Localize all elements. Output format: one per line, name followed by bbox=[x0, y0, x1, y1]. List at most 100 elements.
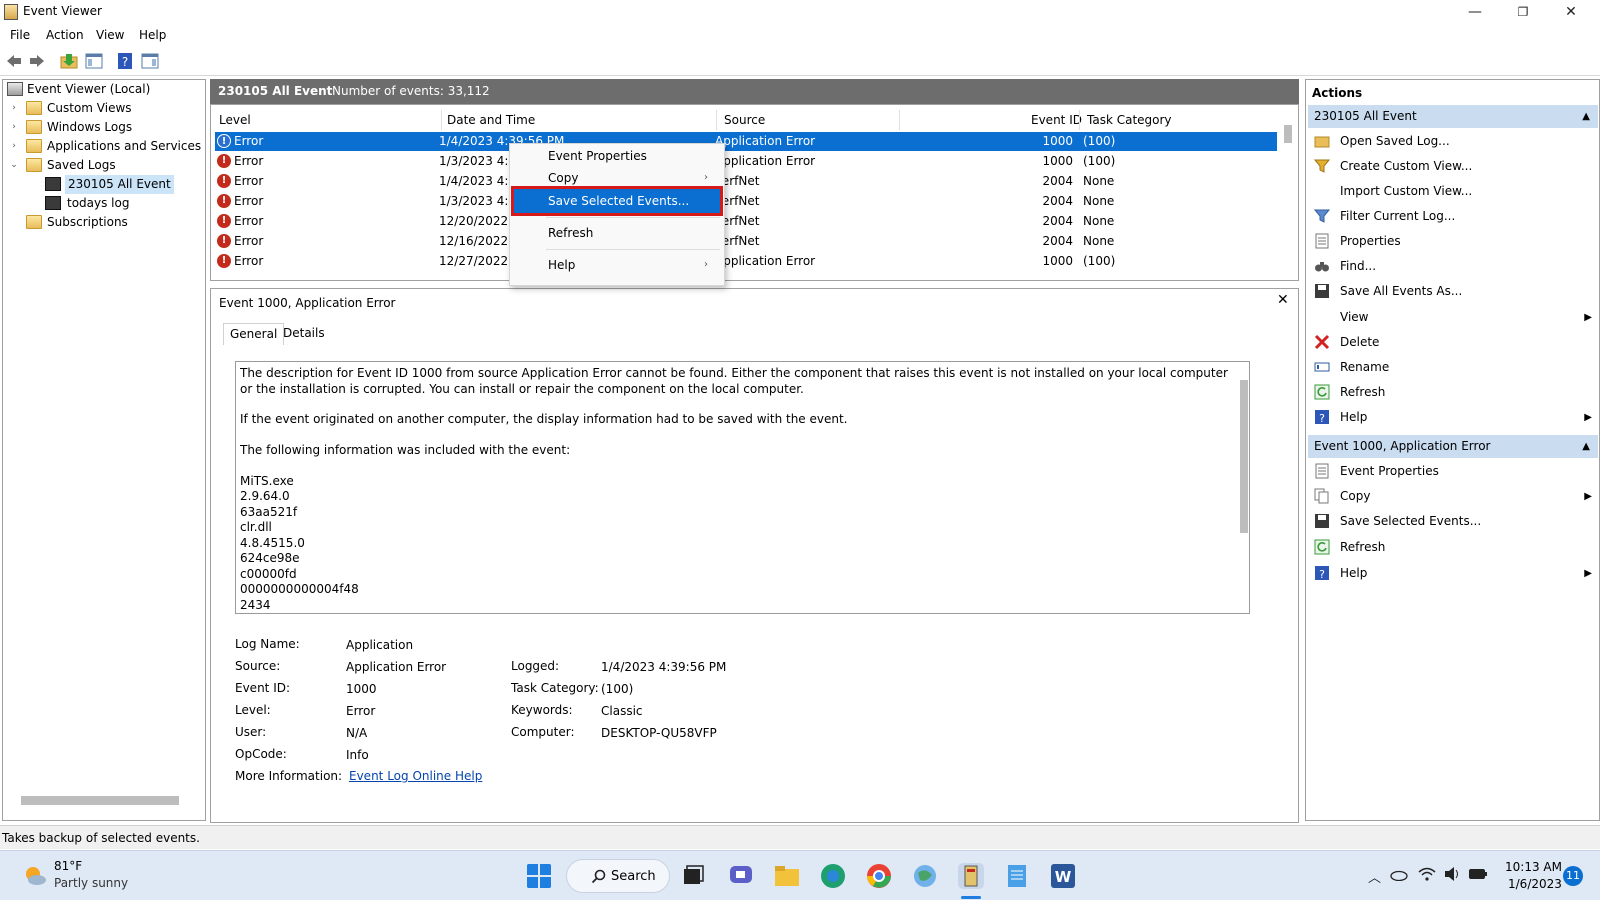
volume-icon[interactable] bbox=[1443, 866, 1461, 882]
column-divider[interactable] bbox=[899, 110, 900, 130]
event-description-box[interactable]: The description for Event ID 1000 from s… bbox=[235, 361, 1250, 614]
table-row[interactable]: ! Error 12/27/2022 Application Error 100… bbox=[215, 252, 1277, 271]
action-filter-current-log[interactable]: Filter Current Log... bbox=[1308, 204, 1598, 229]
tree-item-subscriptions[interactable]: Subscriptions bbox=[3, 213, 203, 232]
context-menu-event-properties[interactable]: Event Properties bbox=[514, 144, 720, 168]
context-menu-refresh[interactable]: Refresh bbox=[514, 221, 720, 245]
close-detail-icon[interactable]: ✕ bbox=[1277, 292, 1289, 308]
tree-item-saved-logs[interactable]: ⌄ Saved Logs bbox=[3, 156, 203, 175]
action-save-selected-events[interactable]: Save Selected Events... bbox=[1308, 509, 1598, 534]
action-create-custom-view[interactable]: Create Custom View... bbox=[1308, 154, 1598, 179]
edge-browser-icon[interactable] bbox=[820, 863, 846, 889]
action-delete[interactable]: Delete bbox=[1308, 330, 1598, 355]
column-divider[interactable] bbox=[1079, 110, 1080, 130]
actions-section-event[interactable]: Event 1000, Application Error ▲ bbox=[1308, 435, 1598, 458]
battery-plugged-icon[interactable] bbox=[1468, 867, 1488, 881]
minimize-button[interactable]: — bbox=[1452, 2, 1498, 22]
context-menu: Event Properties Copy › Save Selected Ev… bbox=[509, 143, 725, 286]
column-header-event-id[interactable]: Event ID bbox=[1031, 113, 1082, 127]
file-explorer-icon[interactable] bbox=[774, 863, 800, 889]
tree-item-event-viewer-local[interactable]: Event Viewer (Local) bbox=[3, 80, 203, 99]
action-open-saved-log[interactable]: Open Saved Log... bbox=[1308, 129, 1598, 154]
task-view-icon[interactable] bbox=[680, 863, 706, 889]
collapse-caret-icon[interactable]: ▲ bbox=[1582, 105, 1590, 128]
windows-start-icon[interactable] bbox=[526, 863, 552, 889]
action-find[interactable]: Find... bbox=[1308, 254, 1598, 279]
table-row[interactable]: ! Error 1/3/2023 4:1 PerfNet 2004 None bbox=[215, 192, 1277, 211]
globe-app-icon[interactable] bbox=[912, 863, 938, 889]
notification-badge[interactable]: 11 bbox=[1563, 866, 1583, 886]
chrome-browser-icon[interactable] bbox=[866, 863, 892, 889]
table-row[interactable]: ! Error 1/4/2023 4:3 PerfNet 2004 None bbox=[215, 172, 1277, 191]
table-row[interactable]: ! Error 1/4/2023 4:39:56 PM Application … bbox=[215, 132, 1277, 151]
column-header-source[interactable]: Source bbox=[724, 113, 765, 127]
menu-help[interactable]: Help bbox=[139, 28, 166, 42]
expand-arrow-icon[interactable]: › bbox=[9, 118, 19, 137]
action-label: Help bbox=[1340, 410, 1368, 424]
action-copy[interactable]: Copy ▶ bbox=[1308, 484, 1598, 509]
menu-view[interactable]: View bbox=[96, 28, 124, 42]
tree-item-windows-logs[interactable]: › Windows Logs bbox=[3, 118, 203, 137]
column-divider[interactable] bbox=[441, 110, 442, 130]
cell-level: Error bbox=[234, 234, 264, 248]
column-divider[interactable] bbox=[716, 110, 717, 130]
field-label: Logged: bbox=[511, 659, 560, 673]
tree-item-todays-log[interactable]: todays log bbox=[3, 194, 203, 213]
action-save-all-events-as[interactable]: Save All Events As... bbox=[1308, 279, 1598, 304]
restore-button[interactable]: ❐ bbox=[1500, 2, 1546, 22]
collapse-caret-icon[interactable]: ▲ bbox=[1582, 435, 1590, 458]
action-properties[interactable]: Properties bbox=[1308, 229, 1598, 254]
teams-chat-icon[interactable] bbox=[728, 863, 754, 889]
action-refresh[interactable]: Refresh bbox=[1308, 380, 1598, 405]
menu-file[interactable]: File bbox=[10, 28, 30, 42]
show-hide-console-tree-icon[interactable] bbox=[85, 52, 103, 70]
column-header-date-and-time[interactable]: Date and Time bbox=[447, 113, 535, 127]
tab-general[interactable]: General bbox=[223, 323, 285, 345]
horizontal-scrollbar[interactable] bbox=[21, 796, 179, 805]
action-import-custom-view[interactable]: Import Custom View... bbox=[1308, 179, 1598, 204]
event-log-online-help-link[interactable]: Event Log Online Help bbox=[349, 769, 482, 783]
vertical-scrollbar[interactable] bbox=[1240, 380, 1248, 533]
collapse-arrow-icon[interactable]: ⌄ bbox=[9, 156, 19, 175]
expand-arrow-icon[interactable]: › bbox=[9, 137, 19, 156]
column-header-level[interactable]: Level bbox=[219, 113, 251, 127]
table-row[interactable]: ! Error 12/20/2022 PerfNet 2004 None bbox=[215, 212, 1277, 231]
tab-details[interactable]: Details bbox=[277, 323, 331, 345]
taskbar-search[interactable]: Search bbox=[566, 859, 670, 893]
context-menu-copy[interactable]: Copy › bbox=[514, 166, 720, 190]
action-label: Refresh bbox=[1340, 385, 1386, 399]
tree-item-230105-all-event[interactable]: 230105 All Event bbox=[3, 175, 203, 194]
word-icon[interactable]: W bbox=[1050, 863, 1076, 889]
actions-section-log[interactable]: 230105 All Event ▲ bbox=[1308, 105, 1598, 128]
action-event-properties[interactable]: Event Properties bbox=[1308, 459, 1598, 484]
show-hide-action-pane-icon[interactable] bbox=[141, 52, 159, 70]
context-menu-help[interactable]: Help › bbox=[514, 253, 720, 277]
event-viewer-taskbar-icon[interactable] bbox=[958, 863, 984, 889]
action-help[interactable]: ? Help ▶ bbox=[1308, 405, 1598, 430]
expand-arrow-icon[interactable]: › bbox=[9, 99, 19, 118]
close-button[interactable]: ✕ bbox=[1548, 2, 1594, 22]
table-row[interactable]: ! Error 12/16/2022 PerfNet 2004 None bbox=[215, 232, 1277, 251]
error-icon: ! bbox=[217, 234, 231, 248]
open-folder-icon[interactable] bbox=[60, 52, 78, 70]
menu-action[interactable]: Action bbox=[46, 28, 84, 42]
vertical-scrollbar[interactable] bbox=[1284, 125, 1292, 143]
onedrive-cloud-icon[interactable] bbox=[1390, 867, 1408, 881]
context-menu-save-selected-events[interactable]: Save Selected Events... bbox=[511, 186, 723, 216]
action-help-event[interactable]: ? Help ▶ bbox=[1308, 561, 1598, 586]
description-text: The following information was included w… bbox=[240, 443, 571, 457]
filter-icon bbox=[1314, 209, 1330, 223]
forward-arrow-icon[interactable] bbox=[28, 52, 46, 70]
action-rename[interactable]: Rename bbox=[1308, 355, 1598, 380]
back-arrow-icon[interactable] bbox=[5, 52, 23, 70]
help-icon[interactable]: ? bbox=[116, 52, 134, 70]
action-refresh-event[interactable]: Refresh bbox=[1308, 535, 1598, 560]
tree-item-custom-views[interactable]: › Custom Views bbox=[3, 99, 203, 118]
notepad-icon[interactable] bbox=[1004, 863, 1030, 889]
wifi-icon[interactable] bbox=[1418, 866, 1436, 882]
column-header-task-category[interactable]: Task Category bbox=[1087, 113, 1172, 127]
table-row[interactable]: ! Error 1/3/2023 4:2 Application Error 1… bbox=[215, 152, 1277, 171]
tree-item-applications-and-services-logs[interactable]: › Applications and Services Log bbox=[3, 137, 205, 156]
action-view[interactable]: View ▶ bbox=[1308, 305, 1598, 330]
show-hidden-icons-chevron-icon[interactable]: ︿ bbox=[1368, 867, 1381, 886]
